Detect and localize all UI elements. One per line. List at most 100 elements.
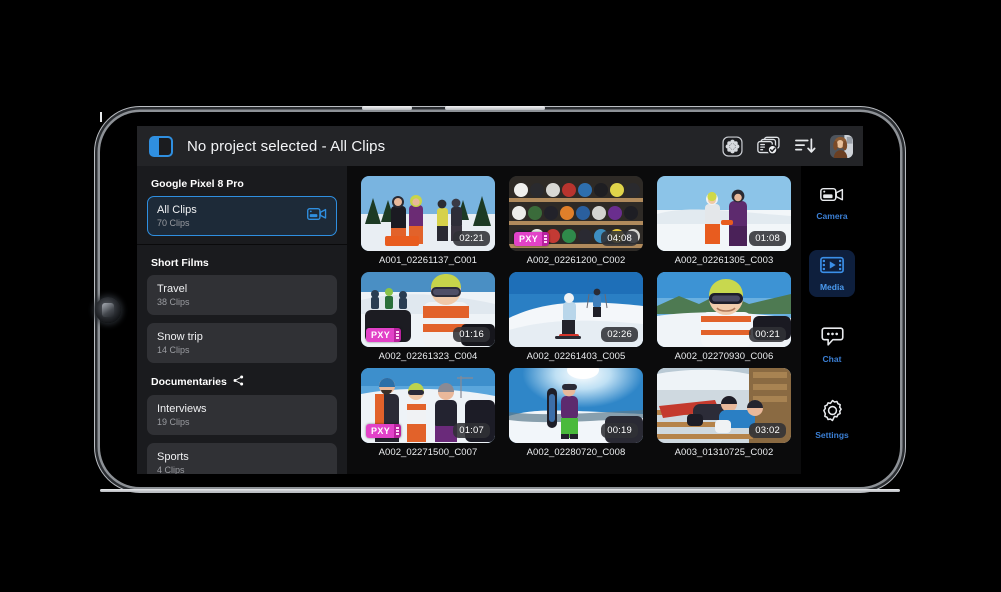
chat-bubble-icon bbox=[820, 327, 844, 351]
clip-card[interactable]: 03:02 A003_01310725_C002 bbox=[657, 368, 791, 458]
library-group-heading-documentaries: Documentaries bbox=[147, 371, 337, 395]
header-actions bbox=[722, 134, 853, 158]
clip-card[interactable]: PXY 04:08 A002_02261200_C002 bbox=[509, 176, 643, 266]
proxy-badge: PXY bbox=[366, 424, 402, 438]
clip-thumbnail[interactable]: 00:21 bbox=[657, 272, 791, 347]
library-item-name: Snow trip bbox=[157, 330, 203, 343]
clip-card[interactable]: 02:26 A002_02261403_C005 bbox=[509, 272, 643, 362]
library-item-travel[interactable]: Travel 38 Clips bbox=[147, 275, 337, 315]
video-camera-icon bbox=[307, 207, 327, 226]
proxy-badge-strip bbox=[394, 328, 402, 342]
library-item-name: Travel bbox=[157, 282, 188, 295]
clips-browser[interactable]: 02:21 A001_02261137_C001 PXY 04:08 A002_… bbox=[347, 166, 801, 474]
library-item-snow-trip[interactable]: Snow trip 14 Clips bbox=[147, 323, 337, 363]
power-button[interactable] bbox=[445, 106, 545, 110]
clip-filename: A002_02270930_C006 bbox=[674, 351, 774, 362]
clip-duration: 02:21 bbox=[453, 231, 490, 246]
clip-filename: A002_02271500_C007 bbox=[378, 447, 478, 458]
clip-card[interactable]: 01:08 A002_02261305_C003 bbox=[657, 176, 791, 266]
library-item-all-clips[interactable]: All Clips 70 Clips bbox=[147, 196, 337, 236]
nav-item-camera[interactable]: Camera bbox=[809, 180, 855, 226]
library-item-sports[interactable]: Sports 4 Clips bbox=[147, 443, 337, 474]
library-item-interviews[interactable]: Interviews 19 Clips bbox=[147, 395, 337, 435]
stacked-cards-check-icon[interactable] bbox=[757, 136, 780, 156]
clip-thumbnail[interactable]: 02:21 bbox=[361, 176, 495, 251]
video-camera-icon bbox=[820, 186, 844, 208]
clip-filename: A003_01310725_C002 bbox=[674, 447, 774, 458]
proxy-badge-label: PXY bbox=[514, 232, 543, 246]
clip-thumbnail[interactable]: 01:08 bbox=[657, 176, 791, 251]
rear-camera-lens bbox=[95, 297, 121, 323]
phone-device-frame: No project selected - All Clips Google P… bbox=[95, 106, 900, 492]
phone-screen: No project selected - All Clips Google P… bbox=[137, 126, 863, 474]
clip-thumbnail[interactable]: 02:26 bbox=[509, 272, 643, 347]
film-play-icon bbox=[820, 256, 844, 279]
clip-duration: 00:19 bbox=[601, 423, 638, 438]
clip-thumbnail[interactable]: PXY 01:16 bbox=[361, 272, 495, 347]
library-item-name: Sports bbox=[157, 450, 189, 463]
library-item-name: All Clips bbox=[157, 203, 197, 216]
app-header: No project selected - All Clips bbox=[137, 126, 863, 166]
clip-card[interactable]: 00:21 A002_02270930_C006 bbox=[657, 272, 791, 362]
device-bottom-seam-right bbox=[100, 117, 102, 122]
library-item-count: 70 Clips bbox=[157, 217, 190, 228]
proxy-badge-label: PXY bbox=[366, 328, 395, 342]
user-avatar-icon[interactable] bbox=[830, 134, 853, 158]
flower-burst-icon[interactable] bbox=[722, 135, 743, 157]
nav-item-label: Camera bbox=[816, 211, 848, 221]
page-title: No project selected - All Clips bbox=[187, 137, 386, 155]
library-item-count: 14 Clips bbox=[157, 344, 190, 355]
clip-duration: 01:08 bbox=[749, 231, 786, 246]
nav-item-media[interactable]: Media bbox=[809, 250, 855, 297]
nav-item-label: Chat bbox=[822, 354, 842, 364]
clip-card[interactable]: 02:21 A001_02261137_C001 bbox=[361, 176, 495, 266]
sidebar-panel-icon[interactable] bbox=[149, 135, 173, 157]
clip-card[interactable]: PXY 01:07 A002_02271500_C007 bbox=[361, 368, 495, 458]
group-heading-label: Short Films bbox=[151, 257, 209, 269]
library-sidebar[interactable]: Google Pixel 8 Pro All Clips 70 Clips Sh… bbox=[137, 166, 347, 474]
clip-duration: 04:08 bbox=[601, 231, 638, 246]
gear-icon bbox=[821, 399, 844, 427]
nav-item-chat[interactable]: Chat bbox=[809, 321, 855, 369]
proxy-badge-label: PXY bbox=[366, 424, 395, 438]
clip-duration: 03:02 bbox=[749, 423, 786, 438]
library-divider bbox=[137, 244, 347, 245]
nav-item-label: Media bbox=[819, 282, 845, 292]
proxy-badge: PXY bbox=[366, 328, 402, 342]
clip-filename: A002_02280720_C008 bbox=[526, 447, 626, 458]
device-heading-label: Google Pixel 8 Pro bbox=[151, 178, 244, 190]
clip-filename: A002_02261323_C004 bbox=[378, 351, 478, 362]
library-item-count: 19 Clips bbox=[157, 416, 190, 427]
clip-filename: A002_02261200_C002 bbox=[526, 255, 626, 266]
clip-duration: 02:26 bbox=[601, 327, 638, 342]
clip-filename: A002_02261403_C005 bbox=[526, 351, 626, 362]
clip-thumbnail[interactable]: 00:19 bbox=[509, 368, 643, 443]
library-group-heading-short-films: Short Films bbox=[147, 253, 337, 275]
clip-duration: 00:21 bbox=[749, 327, 786, 342]
clip-duration: 01:16 bbox=[453, 327, 490, 342]
clip-duration: 01:07 bbox=[453, 423, 490, 438]
device-heading: Google Pixel 8 Pro bbox=[147, 174, 337, 196]
proxy-badge: PXY bbox=[514, 232, 550, 246]
clip-thumbnail[interactable]: PXY 04:08 bbox=[509, 176, 643, 251]
clip-card[interactable]: PXY 01:16 A002_02261323_C004 bbox=[361, 272, 495, 362]
proxy-badge-strip bbox=[394, 424, 402, 438]
library-item-count: 38 Clips bbox=[157, 296, 190, 307]
volume-button[interactable] bbox=[362, 106, 412, 110]
nav-item-label: Settings bbox=[815, 430, 849, 440]
clip-filename: A002_02261305_C003 bbox=[674, 255, 774, 266]
clip-grid: 02:21 A001_02261137_C001 PXY 04:08 A002_… bbox=[361, 176, 801, 458]
nav-item-settings[interactable]: Settings bbox=[809, 393, 855, 445]
proxy-badge-strip bbox=[542, 232, 550, 246]
clip-card[interactable]: 00:19 A002_02280720_C008 bbox=[509, 368, 643, 458]
share-nodes-icon[interactable] bbox=[233, 375, 244, 389]
clip-thumbnail[interactable]: PXY 01:07 bbox=[361, 368, 495, 443]
group-heading-label: Documentaries bbox=[151, 376, 227, 388]
app-nav-rail: Camera Media Chat Settings bbox=[801, 166, 863, 474]
sort-descending-icon[interactable] bbox=[794, 136, 816, 156]
clip-thumbnail[interactable]: 03:02 bbox=[657, 368, 791, 443]
library-item-count: 4 Clips bbox=[157, 464, 185, 475]
clip-filename: A001_02261137_C001 bbox=[379, 255, 477, 266]
device-bottom-edge bbox=[100, 489, 900, 492]
app-body: Google Pixel 8 Pro All Clips 70 Clips Sh… bbox=[137, 166, 863, 474]
